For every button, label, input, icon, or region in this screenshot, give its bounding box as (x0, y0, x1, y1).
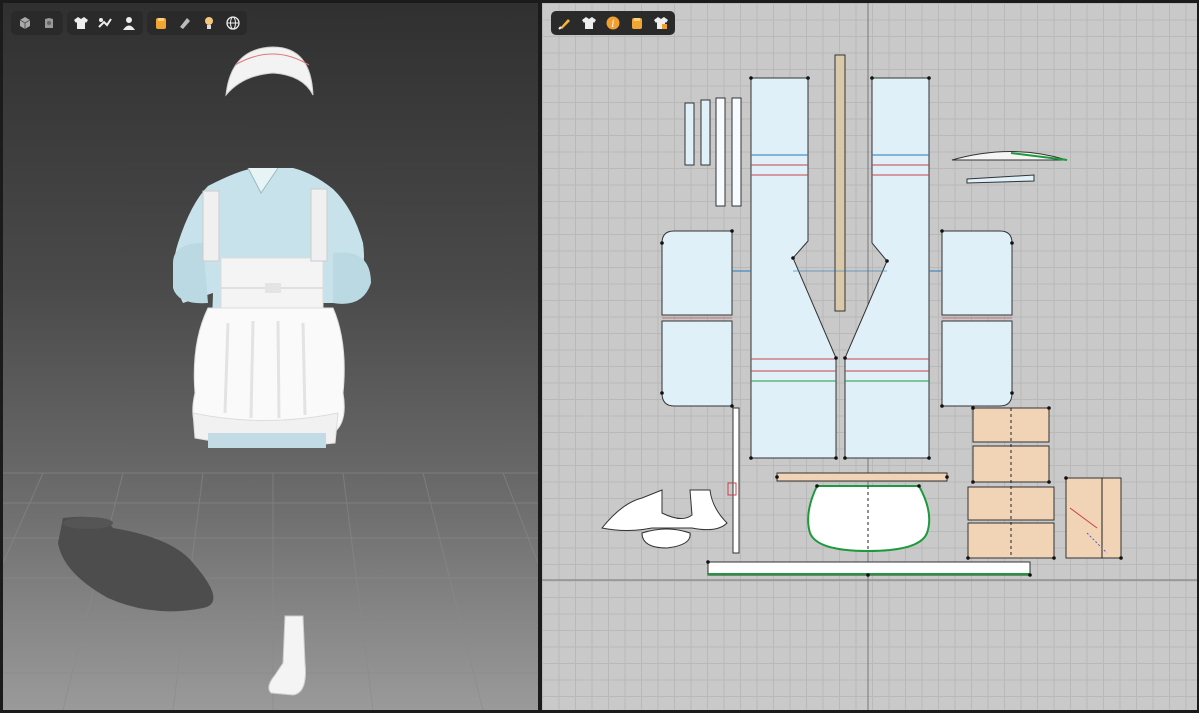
3d-scene[interactable] (3, 3, 538, 710)
pattern-shoe-upper[interactable] (601, 489, 728, 531)
garment-3d[interactable] (173, 167, 371, 448)
pattern-front-right[interactable] (844, 77, 930, 459)
pattern-strip[interactable] (700, 99, 711, 166)
pattern-shoe-sole[interactable] (641, 528, 691, 549)
floor-grid (3, 472, 538, 710)
shadow-small (63, 517, 113, 529)
shoe-3d[interactable] (268, 615, 306, 696)
headdress[interactable] (225, 46, 314, 97)
patterns[interactable] (601, 54, 1122, 576)
pattern-corset-block[interactable] (967, 486, 1055, 521)
pattern-waistband[interactable] (776, 472, 948, 482)
pattern-front-left[interactable] (750, 77, 837, 459)
viewport-3d[interactable] (3, 3, 538, 710)
pattern-sleeve-lower-left[interactable] (661, 320, 733, 407)
pattern-strip[interactable] (684, 102, 695, 166)
viewport-2d[interactable]: i (542, 3, 1197, 710)
pattern-apron[interactable] (807, 485, 931, 553)
pattern-sleeve-upper-right[interactable] (941, 230, 1013, 316)
shadow (58, 516, 214, 612)
pattern-headdress-band[interactable] (966, 174, 1035, 184)
pattern-sleeve-upper-left[interactable] (661, 230, 733, 316)
pattern-canvas[interactable] (542, 3, 1197, 710)
pattern-thin-strip[interactable] (732, 407, 740, 554)
pattern-sleeve-lower-right[interactable] (941, 320, 1013, 407)
pattern-long-strap[interactable] (834, 54, 846, 312)
pattern-strip[interactable] (715, 97, 726, 207)
pattern-corset-side[interactable] (1065, 477, 1122, 559)
pattern-corset-block[interactable] (972, 407, 1050, 443)
pattern-strip[interactable] (731, 97, 742, 207)
